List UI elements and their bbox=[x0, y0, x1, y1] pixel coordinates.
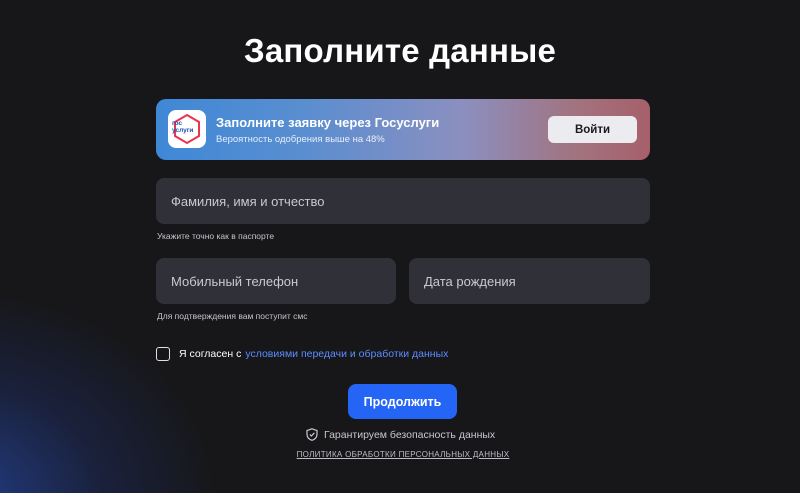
birth-date-field[interactable] bbox=[409, 258, 650, 304]
consent-row: Я согласен с условиями передачи и обрабо… bbox=[156, 346, 448, 362]
gosuslugi-logo-text: гос услуги bbox=[172, 120, 202, 134]
continue-button[interactable]: Продолжить bbox=[348, 384, 457, 419]
consent-terms-link[interactable]: условиями передачи и обработки данных bbox=[245, 348, 448, 360]
page-title: Заполните данные bbox=[243, 32, 557, 69]
phone-hint: Для подтверждения вам поступит смс bbox=[157, 311, 308, 321]
consent-text: Я согласен с bbox=[179, 348, 242, 360]
gosuslugi-banner: гос услуги Заполните заявку через Госусл… bbox=[156, 99, 650, 160]
privacy-policy-link[interactable]: ПОЛИТИКА ОБРАБОТКИ ПЕРСОНАЛЬНЫХ ДАННЫХ bbox=[0, 450, 800, 459]
consent-checkbox[interactable] bbox=[156, 347, 170, 361]
phone-input[interactable] bbox=[156, 258, 396, 304]
fio-hint: Укажите точно как в паспорте bbox=[157, 231, 275, 241]
phone-field[interactable] bbox=[156, 258, 396, 304]
shield-check-icon bbox=[306, 428, 318, 441]
fio-input[interactable] bbox=[156, 178, 650, 224]
gosuslugi-subtitle: Вероятность одобрения выше на 48% bbox=[216, 134, 385, 145]
fill-data-page: Заполните данные гос услуги Заполните за… bbox=[0, 0, 800, 493]
guarantee-text: Гарантируем безопасность данных bbox=[324, 428, 496, 441]
security-guarantee: Гарантируем безопасность данных bbox=[306, 428, 495, 441]
gosuslugi-title: Заполните заявку через Госуслуги bbox=[216, 115, 440, 130]
birth-date-input[interactable] bbox=[409, 258, 650, 304]
gosuslugi-logo: гос услуги bbox=[168, 110, 206, 148]
logo-text-line2: услуги bbox=[172, 126, 194, 134]
gosuslugi-login-button[interactable]: Войти bbox=[548, 116, 637, 143]
fio-field[interactable] bbox=[156, 178, 650, 224]
